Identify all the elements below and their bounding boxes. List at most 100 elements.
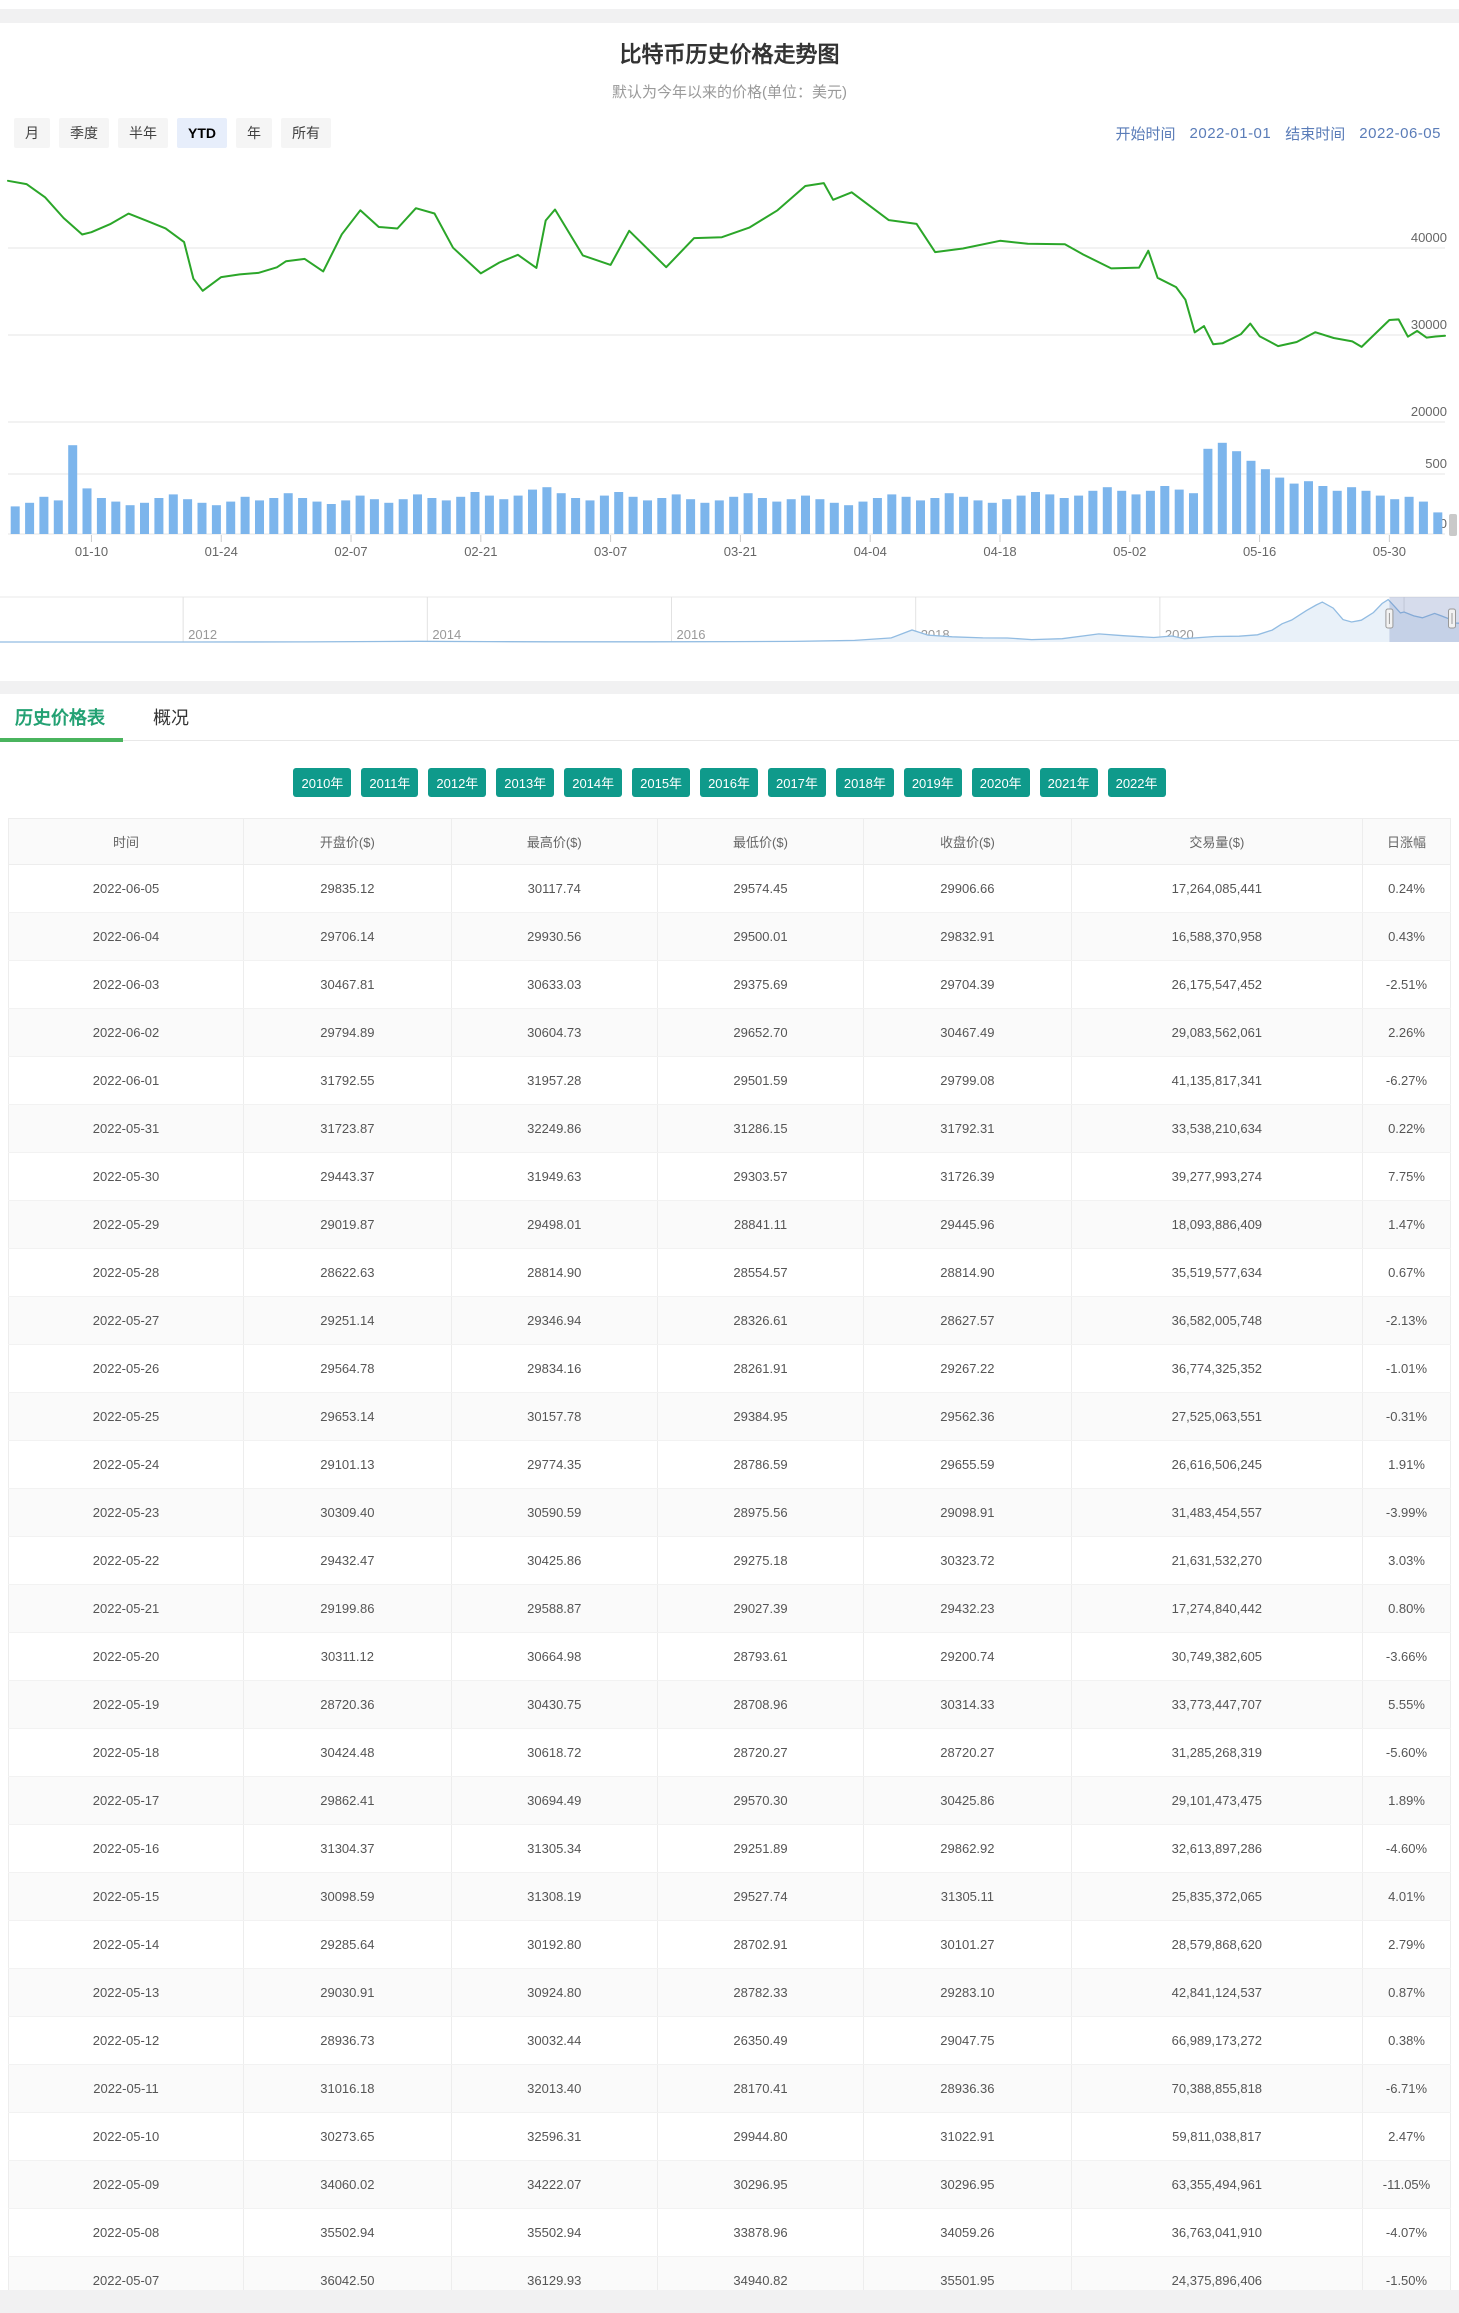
start-date-value[interactable]: 2022-01-01 <box>1190 125 1272 142</box>
table-cell: 32013.40 <box>451 2065 657 2113</box>
table-cell: 3.03% <box>1363 1537 1451 1585</box>
table-header-cell: 开盘价($) <box>244 819 452 865</box>
table-cell: 63,355,494,961 <box>1071 2161 1362 2209</box>
table-cell: 1.47% <box>1363 1201 1451 1249</box>
year-button[interactable]: 2015年 <box>632 768 690 797</box>
table-cell: 2022-05-28 <box>9 1249 244 1297</box>
table-row: 2022-05-0835502.9435502.9433878.9634059.… <box>9 2209 1451 2257</box>
table-cell: 18,093,886,409 <box>1071 1201 1362 1249</box>
table-cell: 35502.94 <box>244 2209 452 2257</box>
volume-bar <box>485 496 494 534</box>
table-cell: 30117.74 <box>451 865 657 913</box>
table-cell: 29200.74 <box>864 1633 1072 1681</box>
table-row: 2022-05-1429285.6430192.8028702.9130101.… <box>9 1921 1451 1969</box>
table-cell: 29835.12 <box>244 865 452 913</box>
end-date-label: 结束时间 <box>1285 123 1345 144</box>
table-cell: 29930.56 <box>451 913 657 961</box>
table-row: 2022-05-3131723.8732249.8631286.1531792.… <box>9 1105 1451 1153</box>
volume-bar <box>715 500 724 534</box>
volume-bar <box>68 445 77 534</box>
table-cell: 30296.95 <box>657 2161 863 2209</box>
year-button[interactable]: 2022年 <box>1108 768 1166 797</box>
volume-bar <box>586 500 595 534</box>
volume-bar <box>83 488 92 534</box>
period-button[interactable]: 所有 <box>281 118 331 148</box>
table-cell: 26,175,547,452 <box>1071 961 1362 1009</box>
volume-bar <box>1031 492 1040 534</box>
table-cell: 28708.96 <box>657 1681 863 1729</box>
table-cell: 26350.49 <box>657 2017 863 2065</box>
volume-bar <box>1333 491 1342 534</box>
table-cell: 2022-05-09 <box>9 2161 244 2209</box>
table-cell: 0.80% <box>1363 1585 1451 1633</box>
volume-bar <box>442 500 451 534</box>
history-price-table: 时间开盘价($)最高价($)最低价($)收盘价($)交易量($)日涨幅 2022… <box>8 818 1451 2305</box>
volume-bar <box>183 499 192 534</box>
volume-bar <box>226 502 235 534</box>
volume-bar <box>787 499 796 534</box>
table-cell: 30924.80 <box>451 1969 657 2017</box>
year-button[interactable]: 2017年 <box>768 768 826 797</box>
table-row: 2022-05-2828622.6328814.9028554.5728814.… <box>9 1249 1451 1297</box>
table-cell: -6.27% <box>1363 1057 1451 1105</box>
year-button-group: 2010年 2011年 2012年 2013年 2014年 2015年 2016年 2017年… <box>0 768 1459 797</box>
table-cell: 28,579,868,620 <box>1071 1921 1362 1969</box>
period-button[interactable]: 半年 <box>118 118 168 148</box>
volume-bar <box>126 505 135 534</box>
scrollbar-thumb[interactable] <box>1449 514 1457 536</box>
table-cell: 30467.81 <box>244 961 452 1009</box>
table-cell: 30192.80 <box>451 1921 657 1969</box>
table-cell: -11.05% <box>1363 2161 1451 2209</box>
volume-bar <box>327 504 336 534</box>
table-cell: 29443.37 <box>244 1153 452 1201</box>
table-row: 2022-06-0330467.8130633.0329375.6929704.… <box>9 961 1451 1009</box>
year-button[interactable]: 2013年 <box>496 768 554 797</box>
volume-bar <box>1103 487 1112 534</box>
volume-bar <box>1433 512 1442 534</box>
x-axis-label: 05-02 <box>1113 544 1146 559</box>
table-cell: 29706.14 <box>244 913 452 961</box>
volume-bar <box>1002 499 1011 534</box>
table-row: 2022-05-2129199.8629588.8729027.3929432.… <box>9 1585 1451 1633</box>
table-cell: 2022-06-01 <box>9 1057 244 1105</box>
period-button[interactable]: 年 <box>236 118 272 148</box>
table-cell: 2022-05-19 <box>9 1681 244 1729</box>
volume-bar <box>1060 498 1069 534</box>
navigator-chart[interactable]: 201220142016201820202022 <box>0 589 1459 669</box>
table-cell: 29251.14 <box>244 1297 452 1345</box>
year-button[interactable]: 2020年 <box>972 768 1030 797</box>
volume-bar <box>169 494 178 534</box>
volume-bar <box>399 499 408 534</box>
tab-history-price-table[interactable]: 历史价格表 <box>15 704 105 730</box>
period-button[interactable]: YTD <box>177 118 227 148</box>
chart-toolbar: 月季度半年YTD年所有 开始时间 2022-01-01 结束时间 2022-06… <box>0 118 1459 148</box>
table-cell: 31286.15 <box>657 1105 863 1153</box>
table-cell: -5.60% <box>1363 1729 1451 1777</box>
volume-axis-label: 500 <box>1425 456 1447 471</box>
table-cell: -4.07% <box>1363 2209 1451 2257</box>
period-button[interactable]: 季度 <box>59 118 109 148</box>
volume-bar <box>427 498 436 534</box>
year-button[interactable]: 2016年 <box>700 768 758 797</box>
price-volume-chart[interactable]: 200003000040000500001-1001-2402-0702-210… <box>0 154 1459 569</box>
year-button[interactable]: 2010年 <box>293 768 351 797</box>
table-cell: 30633.03 <box>451 961 657 1009</box>
volume-bar <box>1347 487 1356 534</box>
table-cell: 29653.14 <box>244 1393 452 1441</box>
table-row: 2022-05-2729251.1429346.9428326.6128627.… <box>9 1297 1451 1345</box>
volume-bar <box>758 498 767 534</box>
year-button[interactable]: 2018年 <box>836 768 894 797</box>
tab-overview[interactable]: 概况 <box>153 704 189 730</box>
volume-bar <box>1405 497 1414 534</box>
volume-bar <box>859 502 868 534</box>
end-date-value[interactable]: 2022-06-05 <box>1359 125 1441 142</box>
table-cell: 29655.59 <box>864 1441 1072 1489</box>
year-button[interactable]: 2021年 <box>1040 768 1098 797</box>
year-button[interactable]: 2011年 <box>361 768 418 797</box>
year-button[interactable]: 2012年 <box>428 768 486 797</box>
volume-bar <box>1247 461 1256 534</box>
year-button[interactable]: 2014年 <box>564 768 622 797</box>
year-button[interactable]: 2019年 <box>904 768 962 797</box>
period-button[interactable]: 月 <box>14 118 50 148</box>
table-cell: 34059.26 <box>864 2209 1072 2257</box>
